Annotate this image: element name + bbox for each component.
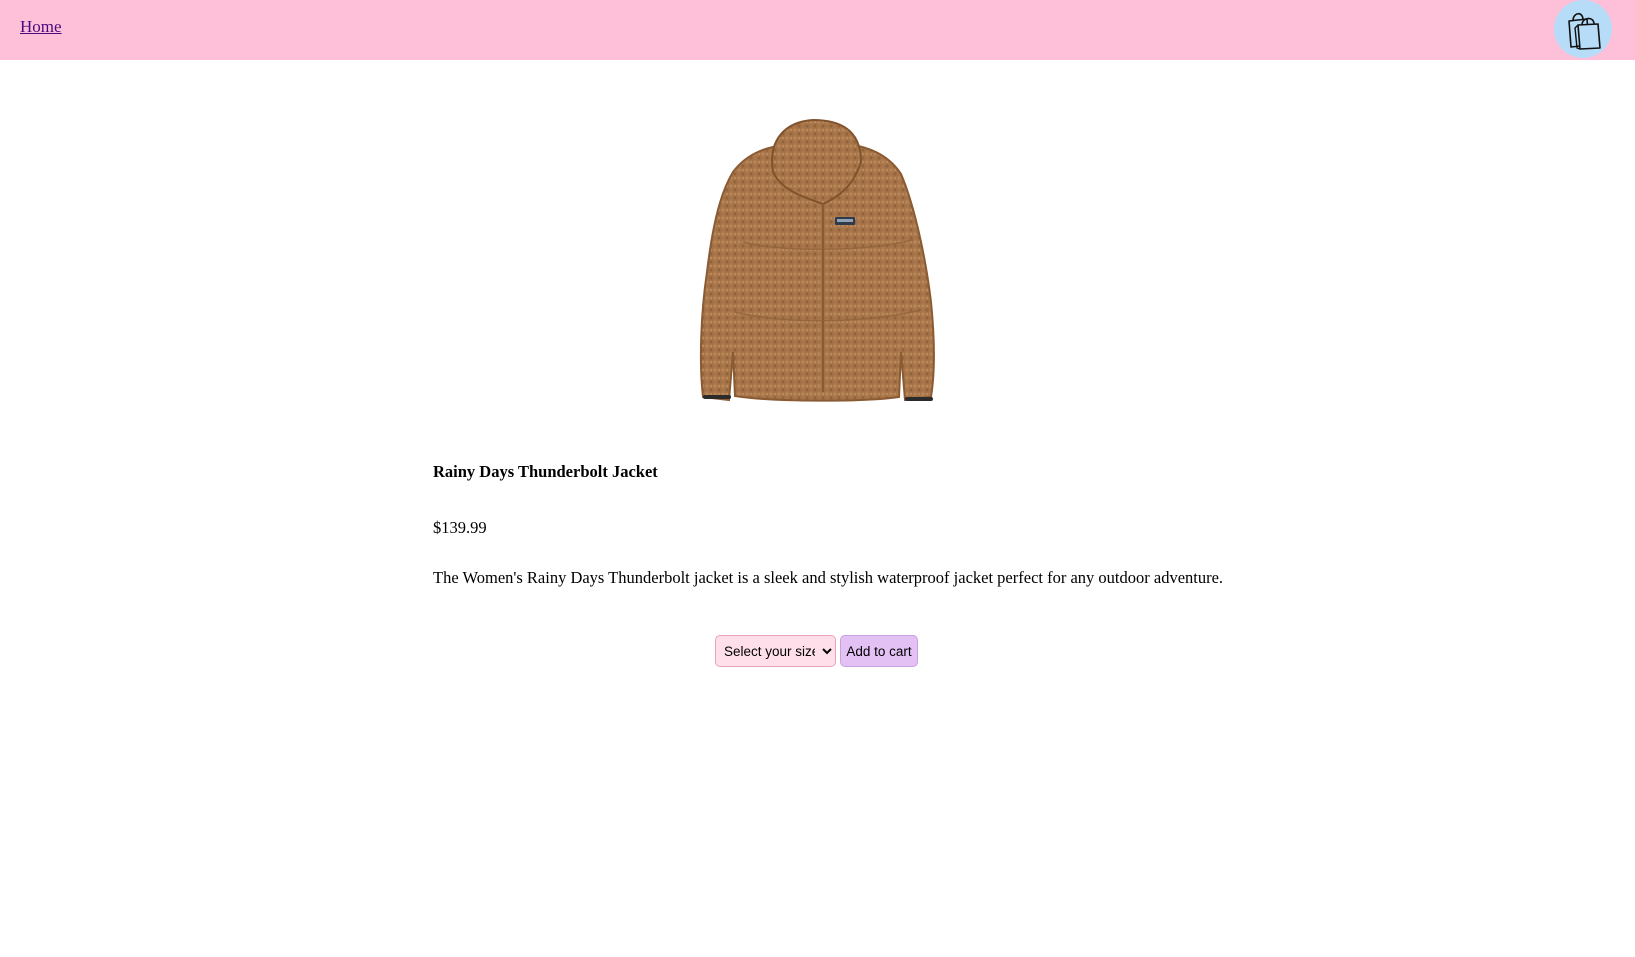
product-price: $139.99 [433,518,487,537]
size-select[interactable]: Select your size: [715,635,836,667]
cart-button[interactable] [1554,0,1612,58]
brown-fleece-jacket [699,118,935,402]
product-image [673,112,961,412]
add-to-cart-button[interactable]: Add to cart [840,635,918,667]
home-link[interactable]: Home [20,17,62,37]
purchase-actions: Select your size: Add to cart [715,635,918,667]
site-header: Home [0,0,1635,60]
shopping-bags-icon [1568,12,1601,50]
product-title: Rainy Days Thunderbolt Jacket [433,462,658,481]
product-description: The Women's Rainy Days Thunderbolt jacke… [433,568,1224,587]
